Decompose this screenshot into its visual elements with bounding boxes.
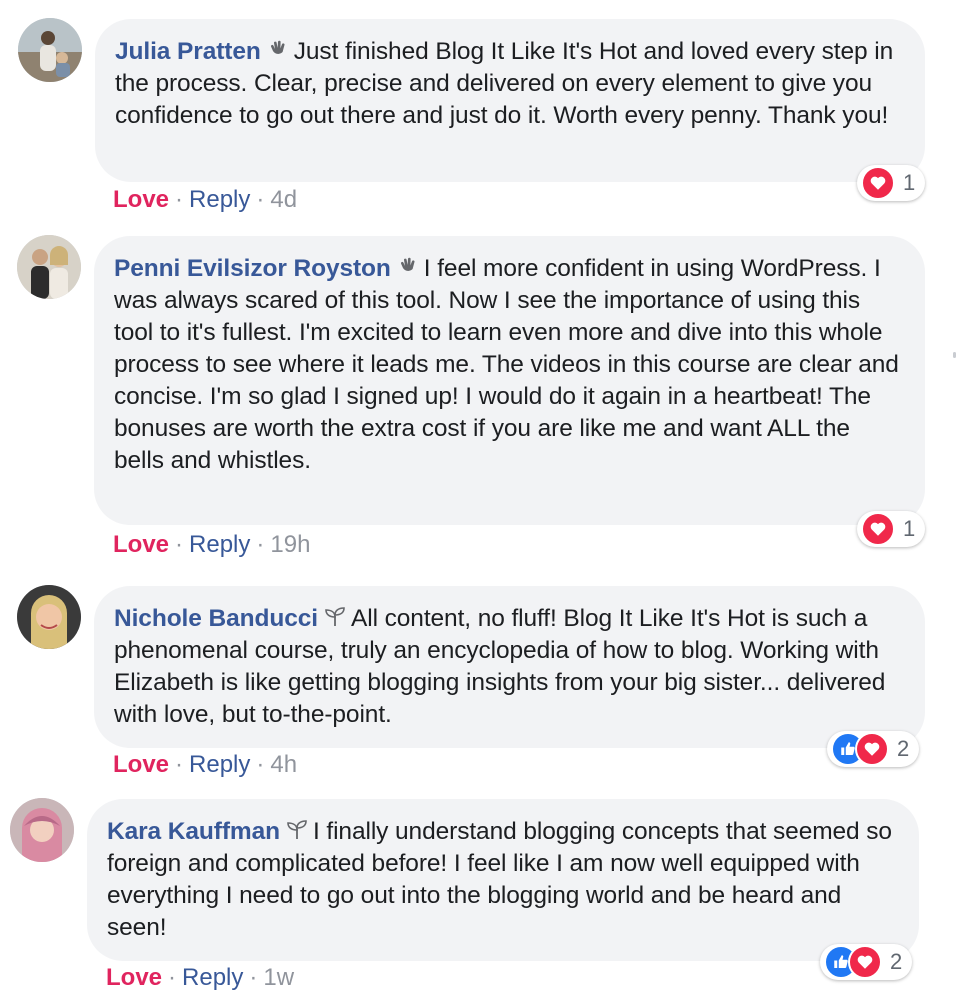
profile-photo-icon [17, 585, 81, 649]
comment-actions: Love · Reply · 19h [113, 530, 310, 560]
profile-photo-icon [18, 18, 82, 82]
reactions-summary[interactable]: 2 [820, 944, 913, 980]
timestamp[interactable]: 19h [270, 531, 310, 558]
timestamp[interactable]: 4h [270, 751, 297, 778]
reaction-count: 2 [890, 949, 903, 974]
reply-link[interactable]: Reply [182, 964, 243, 991]
comment-bubble: Nichole Banducci All content, no fluff! B… [94, 586, 925, 748]
love-reaction-link[interactable]: Love [113, 186, 169, 213]
author-name[interactable]: Nichole Banducci [114, 605, 318, 632]
scrollbar-thumb[interactable] [953, 352, 956, 358]
love-reaction-icon [861, 166, 895, 200]
reactions-summary[interactable]: 1 [857, 511, 926, 547]
reactions-summary[interactable]: 2 [827, 731, 920, 767]
author-name[interactable]: Penni Evilsizor Royston [114, 255, 391, 282]
reaction-count: 2 [897, 736, 910, 761]
avatar[interactable] [18, 18, 82, 82]
sprout-icon [323, 605, 347, 629]
reactions-summary[interactable]: 1 [857, 165, 926, 201]
reply-link[interactable]: Reply [189, 751, 250, 778]
comment-bubble: Kara Kauffman I finally understand bloggi… [87, 799, 919, 961]
comment-actions: Love · Reply · 4h [113, 750, 297, 780]
comment-bubble: Julia Pratten Just finished Blog It Like … [95, 19, 925, 182]
waving-hand-icon [266, 38, 290, 62]
reaction-count: 1 [903, 516, 916, 541]
timestamp[interactable]: 4d [270, 186, 297, 213]
comment-text: I feel more confident in using WordPress… [114, 255, 899, 474]
sprout-icon [285, 818, 309, 842]
avatar[interactable] [17, 585, 81, 649]
reply-link[interactable]: Reply [189, 531, 250, 558]
love-reaction-link[interactable]: Love [113, 751, 169, 778]
comment-actions: Love · Reply · 1w [106, 963, 294, 993]
comment-bubble: Penni Evilsizor Royston I feel more confi… [94, 236, 925, 525]
profile-photo-icon [10, 798, 74, 862]
timestamp[interactable]: 1w [263, 964, 294, 991]
separator-dot: · [256, 751, 265, 778]
separator-dot: · [175, 186, 184, 213]
love-reaction-link[interactable]: Love [106, 964, 162, 991]
reaction-count: 1 [903, 170, 916, 195]
separator-dot: · [256, 531, 265, 558]
comment-actions: Love · Reply · 4d [113, 185, 297, 215]
love-reaction-icon [855, 732, 889, 766]
separator-dot: · [256, 186, 265, 213]
avatar[interactable] [17, 235, 81, 299]
avatar[interactable] [10, 798, 74, 862]
reply-link[interactable]: Reply [189, 186, 250, 213]
waving-hand-icon [396, 255, 420, 279]
profile-photo-icon [17, 235, 81, 299]
author-name[interactable]: Julia Pratten [115, 38, 261, 65]
separator-dot: · [168, 964, 177, 991]
separator-dot: · [175, 751, 184, 778]
love-reaction-icon [861, 512, 895, 546]
love-reaction-link[interactable]: Love [113, 531, 169, 558]
author-name[interactable]: Kara Kauffman [107, 818, 280, 845]
separator-dot: · [249, 964, 258, 991]
separator-dot: · [175, 531, 184, 558]
love-reaction-icon [848, 945, 882, 979]
